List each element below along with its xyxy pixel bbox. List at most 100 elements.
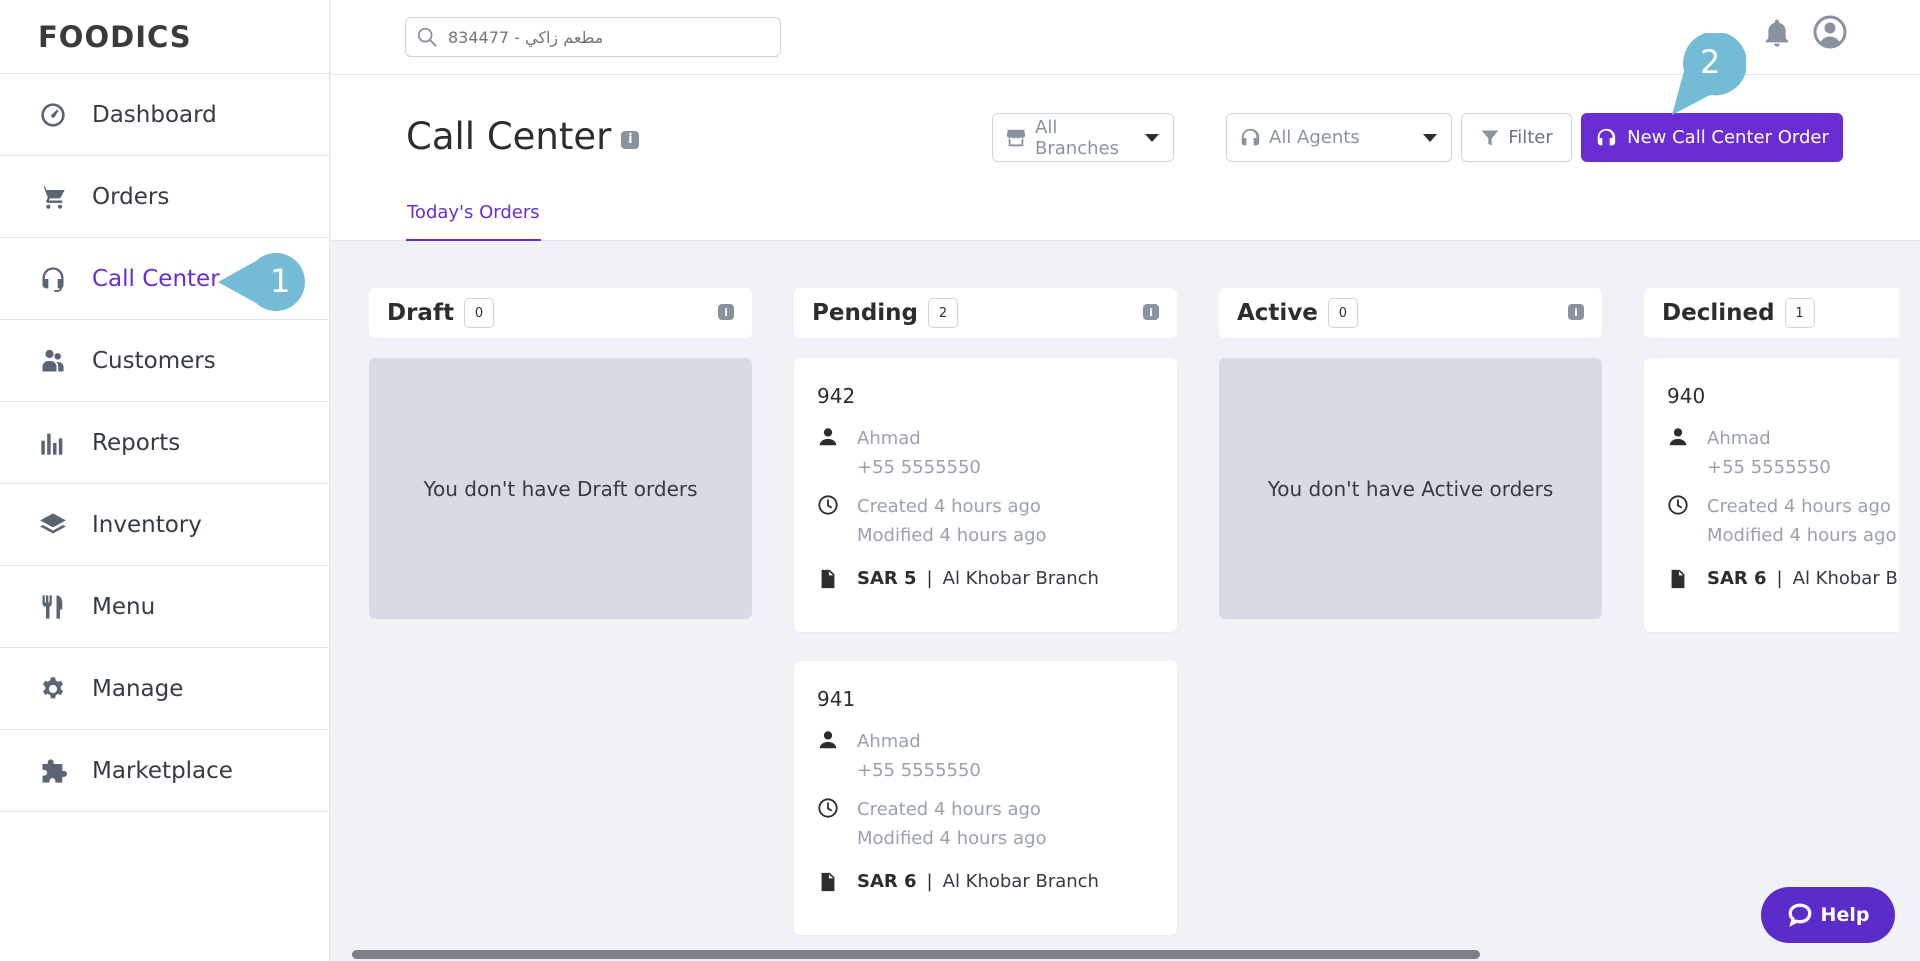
clock-icon [1667, 494, 1689, 516]
order-card[interactable]: 942 Ahmad +55 5555550 Created 4 hours ag… [794, 358, 1177, 632]
sidebar-item-inventory[interactable]: Inventory [0, 484, 329, 566]
time-row: Created 4 hours ago Modified 4 hours ago [817, 492, 1154, 550]
column-pending: Pending 2 i 942 Ahmad +55 5555550 Create… [794, 288, 1177, 935]
gear-icon [38, 674, 68, 704]
utensils-icon [38, 592, 68, 622]
search-box[interactable] [405, 17, 781, 57]
new-call-center-order-label: New Call Center Order [1627, 127, 1829, 148]
order-amount: SAR 6 [1707, 567, 1767, 589]
headset-icon [1597, 128, 1616, 145]
chat-bubble-icon [1788, 903, 1811, 927]
chevron-down-icon [1145, 133, 1159, 142]
branches-dropdown[interactable]: All Branches [992, 113, 1174, 162]
sidebar-item-label: Orders [92, 183, 170, 210]
info-icon[interactable]: i [1568, 304, 1584, 320]
clock-icon [817, 797, 839, 819]
tab-todays-orders[interactable]: Today's Orders [406, 202, 541, 241]
agents-dropdown[interactable]: All Agents [1226, 113, 1452, 162]
info-icon[interactable]: i [718, 304, 734, 320]
filter-button[interactable]: Filter [1461, 113, 1572, 162]
order-number: 942 [817, 384, 856, 408]
order-amount: SAR 6 [857, 870, 917, 892]
callout-badge-2: 2 [1670, 31, 1748, 117]
clock-icon [817, 494, 839, 516]
price-row: SAR 5 | Al Khobar Branch [817, 566, 1154, 590]
new-call-center-order-button[interactable]: New Call Center Order [1581, 113, 1843, 162]
column-title: Draft [387, 300, 454, 326]
sidebar-item-reports[interactable]: Reports [0, 402, 329, 484]
sidebar-item-label: Call Center [92, 265, 220, 292]
column-count-badge: 0 [463, 298, 494, 328]
order-amount: SAR 5 [857, 567, 917, 589]
page-title: Call Center [406, 115, 612, 158]
column-count-badge: 0 [1327, 298, 1358, 328]
store-icon [1006, 129, 1026, 146]
order-branch: Al Khobar Branch [1792, 567, 1899, 589]
empty-state: You don't have Active orders [1219, 358, 1602, 619]
document-icon [817, 871, 839, 893]
info-icon[interactable]: i [1143, 304, 1159, 320]
info-icon[interactable]: i [621, 130, 640, 149]
branches-dropdown-label: All Branches [1035, 116, 1119, 159]
time-row: Created 4 hours ago Modified 4 hours ago [817, 795, 1154, 853]
inventory-icon [38, 510, 68, 540]
user-avatar-icon[interactable] [1813, 15, 1847, 49]
document-icon [1667, 568, 1689, 590]
customer-phone: +55 5555550 [857, 760, 981, 781]
order-branch: Al Khobar Branch [942, 567, 1099, 589]
sidebar-item-dashboard[interactable]: Dashboard [0, 74, 329, 156]
person-icon [1667, 426, 1689, 448]
sidebar-item-menu[interactable]: Menu [0, 566, 329, 648]
modified-time: Modified 4 hours ago [857, 828, 1047, 849]
sidebar-item-manage[interactable]: Manage [0, 648, 329, 730]
order-card[interactable]: 940 Ahmad +55 5555550 Created 4 hours ag… [1644, 358, 1899, 632]
sidebar-item-label: Reports [92, 429, 181, 456]
help-button[interactable]: Help [1761, 887, 1895, 943]
search-input[interactable] [448, 27, 748, 47]
sidebar-item-orders[interactable]: Orders [0, 156, 329, 238]
scrollbar-thumb[interactable] [352, 950, 1480, 959]
horizontal-scrollbar[interactable] [350, 947, 1920, 961]
price-row: SAR 6 | Al Khobar Branch [817, 869, 1154, 893]
sidebar-item-customers[interactable]: Customers [0, 320, 329, 402]
customer-name: Ahmad [1707, 428, 1771, 449]
order-number: 941 [817, 687, 856, 711]
person-icon [817, 729, 839, 751]
foodics-logo[interactable]: FOODICS [0, 0, 329, 74]
modified-time: Modified 4 hours ago [857, 525, 1047, 546]
customer-row: Ahmad +55 5555550 [1667, 424, 1899, 482]
dashboard-icon [38, 100, 68, 130]
order-branch: Al Khobar Branch [942, 870, 1099, 892]
column-count-badge: 2 [928, 298, 959, 328]
column-title: Active [1237, 300, 1318, 326]
column-active: Active 0 i You don't have Active orders [1219, 288, 1602, 619]
separator: | [1776, 567, 1783, 589]
customer-row: Ahmad +55 5555550 [817, 424, 1154, 482]
sidebar-item-label: Inventory [92, 511, 202, 538]
order-card[interactable]: 941 Ahmad +55 5555550 Created 4 hours ag… [794, 661, 1177, 935]
callout-badge-1: 1 [218, 253, 314, 311]
price-row: SAR 6 | Al Khobar Branch [1667, 566, 1899, 590]
empty-state-text: You don't have Active orders [1267, 476, 1554, 501]
created-time: Created 4 hours ago [1707, 496, 1891, 517]
agents-dropdown-label: All Agents [1269, 127, 1360, 148]
chevron-down-icon [1423, 133, 1437, 142]
document-icon [817, 568, 839, 590]
order-number: 940 [1667, 384, 1706, 408]
reports-icon [38, 428, 68, 458]
sidebar-item-label: Customers [92, 347, 216, 374]
sidebar-item-label: Marketplace [92, 757, 233, 784]
sidebar-item-marketplace[interactable]: Marketplace [0, 730, 329, 812]
column-draft: Draft 0 i You don't have Draft orders [369, 288, 752, 619]
customer-row: Ahmad +55 5555550 [817, 727, 1154, 785]
callout-number: 2 [1700, 43, 1721, 81]
help-button-label: Help [1820, 904, 1870, 926]
headset-icon [38, 264, 68, 294]
customer-phone: +55 5555550 [1707, 457, 1831, 478]
created-time: Created 4 hours ago [857, 799, 1041, 820]
column-count-badge: 1 [1784, 298, 1815, 328]
modified-time: Modified 4 hours ago [1707, 525, 1897, 546]
notifications-bell-icon[interactable] [1761, 16, 1793, 50]
orders-board: Draft 0 i You don't have Draft orders Pe… [331, 242, 1899, 947]
page-title-wrap: Call Center i [406, 115, 640, 158]
